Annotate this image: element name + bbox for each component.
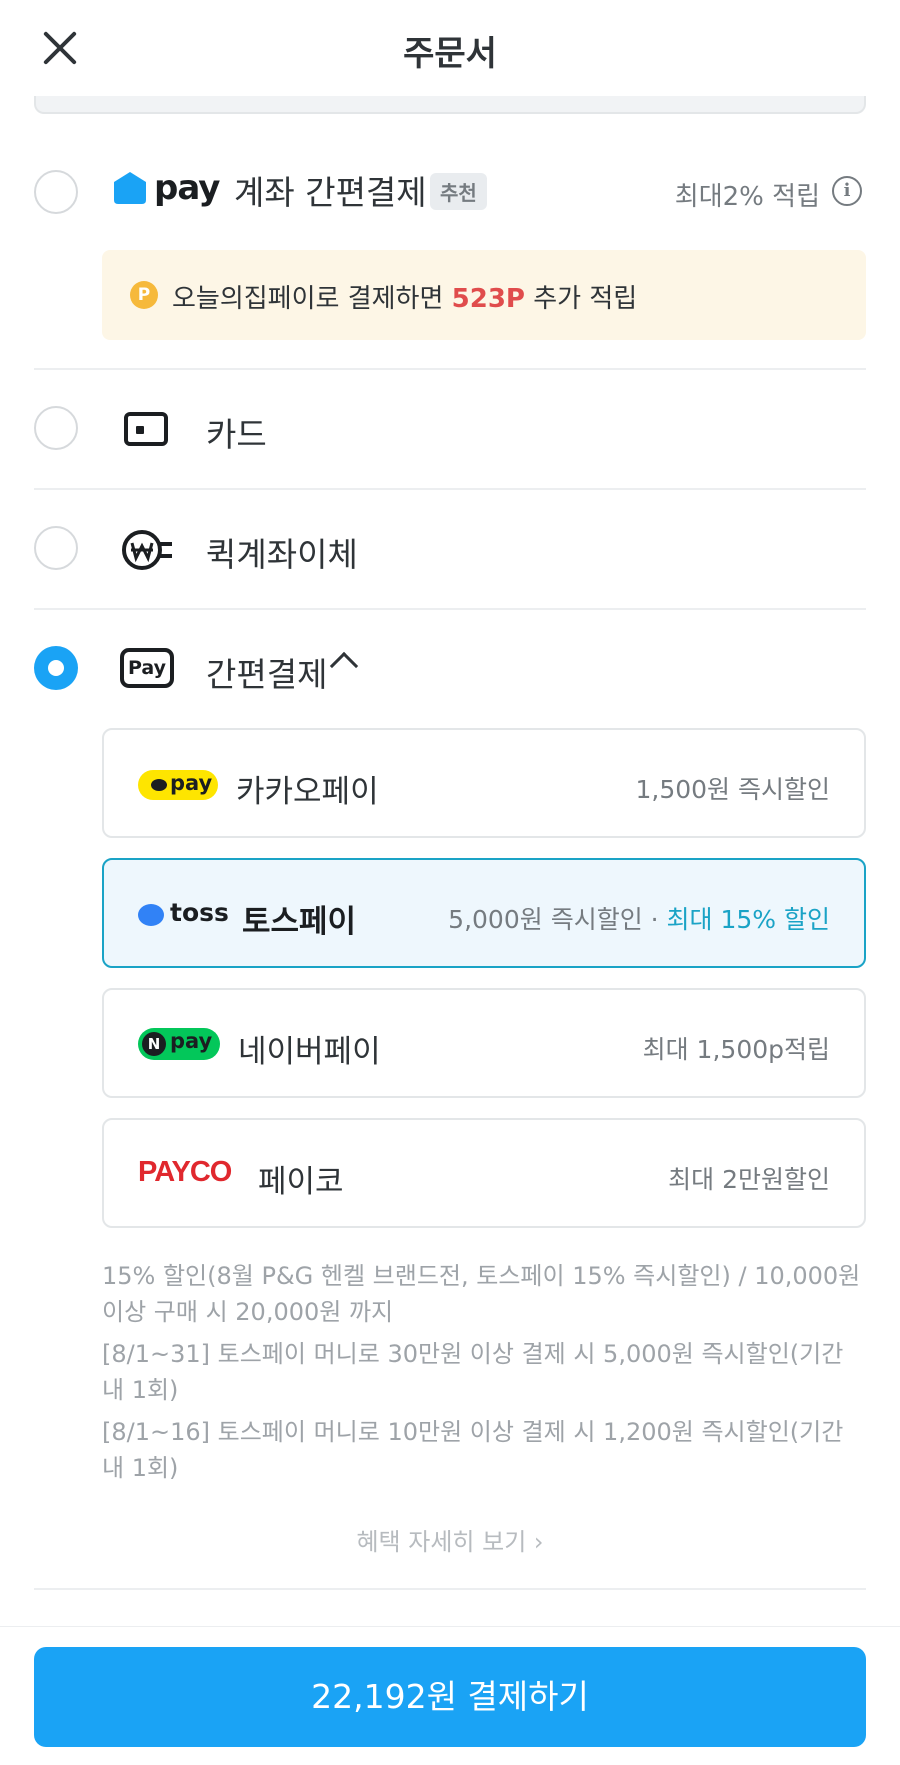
pay-option-benefit: 최대 2만원할인 [668, 1165, 830, 1194]
pay-option-benefit: 최대 1,500p적립 [642, 1035, 830, 1064]
won-plug-icon [122, 530, 172, 570]
radio-card[interactable] [34, 406, 78, 450]
benefit-note: [8/1~16] 토스페이 머니로 10만원 이상 결제 시 1,200원 즉시… [102, 1418, 844, 1482]
divider [34, 608, 866, 610]
point-text: 오늘의집페이로 결제하면 523P 추가 적립 [172, 284, 638, 314]
pay-option-name: 네이버페이 [238, 1034, 381, 1070]
benefit-details-link[interactable]: 혜택 자세히 보기 › [0, 1522, 900, 1557]
credit-card-icon [124, 412, 168, 446]
toss-max-discount: 최대 15% 할인 [666, 905, 830, 934]
ohouse-house-icon [114, 172, 146, 204]
header: 주문서 [0, 0, 900, 96]
pay-option-name: 카카오페이 [236, 774, 379, 810]
pay-option-kakao[interactable]: pay 카카오페이 1,500원 즉시할인 [102, 728, 866, 838]
ohouse-pay-benefit: 최대2% 적립 [674, 182, 820, 212]
divider [34, 488, 866, 490]
radio-ohouse-pay[interactable] [34, 170, 78, 214]
page-title: 주문서 [403, 34, 497, 74]
point-coin-icon: P [130, 281, 158, 309]
pay-option-name: 토스페이 [242, 904, 357, 940]
method-easy-pay-label[interactable]: 간편결제 [206, 648, 327, 696]
pay-option-payco[interactable]: PAYCO 페이코 최대 2만원할인 [102, 1118, 866, 1228]
info-icon[interactable]: i [832, 176, 862, 206]
pay-option-name: 페이코 [258, 1164, 344, 1200]
pay-option-benefit: 1,500원 즉시할인 [635, 775, 830, 804]
pay-button[interactable]: 22,192원 결제하기 [34, 1647, 866, 1747]
method-card-label[interactable]: 카드 [206, 408, 267, 456]
divider [34, 368, 866, 370]
divider [34, 1588, 866, 1590]
method-quick-transfer-label[interactable]: 퀵계좌이체 [206, 528, 358, 576]
ohouse-pay-label[interactable]: 계좌 간편결제 [234, 166, 427, 214]
ohouse-pay-logo: pay [154, 168, 220, 208]
benefit-note: [8/1~31] 토스페이 머니로 30만원 이상 결제 시 5,000원 즉시… [102, 1340, 844, 1404]
radio-easy-pay[interactable] [34, 646, 78, 690]
benefit-note: 15% 할인(8월 P&G 헨켈 브랜드전, 토스페이 15% 즉시할인) / … [102, 1262, 861, 1326]
naverpay-logo-icon: N pay [138, 1028, 220, 1060]
pay-option-naver[interactable]: N pay 네이버페이 최대 1,500p적립 [102, 988, 866, 1098]
point-notice: P 오늘의집페이로 결제하면 523P 추가 적립 [102, 250, 866, 340]
chevron-up-icon[interactable] [329, 651, 359, 681]
payco-logo-icon: PAYCO [138, 1156, 232, 1188]
toss-logo-icon: toss [138, 896, 238, 932]
bottom-bar: 22,192원 결제하기 [0, 1626, 900, 1765]
pay-option-benefit: 5,000원 즉시할인 · 최대 15% 할인 [448, 905, 830, 934]
point-amount: 523P [451, 284, 525, 314]
recommend-badge: 추천 [430, 173, 487, 210]
pay-option-toss[interactable]: toss 토스페이 5,000원 즉시할인 · 최대 15% 할인 [102, 858, 866, 968]
radio-quick-transfer[interactable] [34, 526, 78, 570]
kakaopay-logo-icon: pay [138, 770, 218, 800]
pay-icon: Pay [120, 648, 174, 688]
